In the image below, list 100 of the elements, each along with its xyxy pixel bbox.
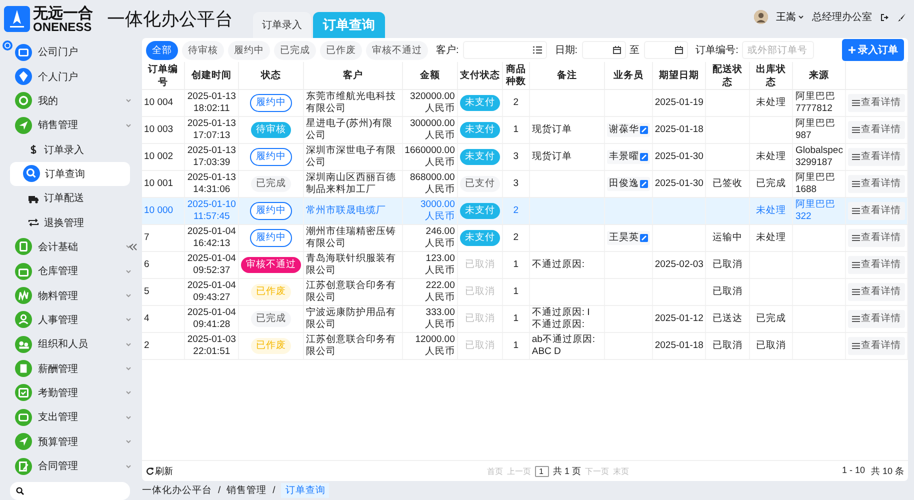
- column-header: 来源: [792, 62, 846, 90]
- payment-status-text: 已取消: [464, 258, 496, 272]
- sidebar-item[interactable]: 考勤管理: [0, 380, 140, 406]
- status-tab[interactable]: 履约中: [228, 40, 270, 60]
- status-tab[interactable]: 审核不通过: [366, 40, 428, 60]
- sidebar-item[interactable]: 仓库管理: [0, 259, 140, 284]
- salesperson-tag[interactable]: 谢葆华: [606, 123, 650, 137]
- salesperson-tag[interactable]: 丰景曜: [606, 150, 650, 164]
- table-cell: 7: [142, 224, 185, 252]
- column-header: 订单编号: [142, 62, 185, 90]
- collapse-icon[interactable]: [128, 242, 138, 252]
- status-tab[interactable]: 待审核: [182, 40, 224, 60]
- table-cell: 2: [502, 90, 530, 116]
- table-cell: 1: [502, 306, 530, 332]
- dollar-icon: [28, 144, 39, 156]
- order-number-label: 订单编号:: [696, 44, 738, 57]
- memo-text: 现货订单: [532, 151, 572, 162]
- table-cell: 123.00 人民币: [402, 252, 458, 278]
- table-cell: 未处理: [749, 224, 793, 252]
- sidebar-item[interactable]: 薪酬管理: [0, 356, 140, 381]
- status-badge: 已完成: [250, 176, 291, 192]
- table-cell: 3: [502, 144, 530, 170]
- sidebar-item[interactable]: 会计基础: [0, 234, 140, 260]
- logout-icon[interactable]: [880, 12, 889, 22]
- sidebar-item[interactable]: 我的: [0, 88, 140, 114]
- status-tab[interactable]: 已完成: [274, 40, 316, 60]
- date-separator: 至: [630, 44, 640, 57]
- page-input[interactable]: 1: [535, 466, 549, 476]
- table-cell: 阿里巴巴 7777812: [792, 90, 846, 116]
- sidebar-item[interactable]: 合同管理: [0, 454, 140, 478]
- refresh-icon: [146, 467, 154, 475]
- chevron-icon: [125, 365, 132, 372]
- status-tab[interactable]: 全部: [146, 40, 178, 60]
- avatar-icon[interactable]: [754, 10, 768, 24]
- table-cell: 12000.00 人民币: [402, 332, 458, 360]
- sidebar-subitem[interactable]: 订单配送: [0, 186, 130, 210]
- view-details-button[interactable]: 查看详情: [848, 256, 905, 274]
- sidebar-subitem[interactable]: 订单录入: [0, 137, 130, 162]
- status-badge: 审核不通过: [240, 257, 301, 273]
- customer-field[interactable]: [462, 41, 547, 59]
- table-cell: 2025-01-13 17:03:39: [184, 144, 238, 170]
- table-cell: 2025-01-10 11:57:45: [184, 198, 238, 224]
- table-cell: 2025-01-04 16:42:13: [184, 224, 238, 252]
- chevron-icon: [125, 340, 132, 348]
- breadcrumb-item[interactable]: 销售管理: [226, 484, 267, 497]
- view-details-button[interactable]: 查看详情: [848, 202, 905, 220]
- sidebar-subitem[interactable]: 订单查询: [10, 162, 130, 186]
- sidebar-item[interactable]: 组织和人员: [0, 332, 140, 356]
- chevron-icon: [125, 268, 132, 275]
- sidebar-item[interactable]: 物料管理: [0, 283, 140, 308]
- chevron-icon: [125, 97, 132, 104]
- sidebar-item[interactable]: 公司门户: [0, 40, 140, 64]
- user-menu[interactable]: 王嵩: [776, 10, 804, 24]
- table-cell: 1660000.00 人民币: [402, 144, 458, 170]
- list-icon: [852, 153, 860, 161]
- sidebar-item[interactable]: 个人门户: [0, 64, 140, 89]
- table-cell: 2025-01-18: [652, 116, 706, 144]
- list-icon: [852, 342, 860, 350]
- search-field[interactable]: [10, 482, 130, 500]
- sidebar-item[interactable]: 销售管理: [0, 113, 140, 138]
- calendar-icon[interactable]: [612, 46, 621, 54]
- sidebar-item[interactable]: 支出管理: [0, 405, 140, 430]
- status-tab[interactable]: 已作废: [320, 40, 362, 60]
- status-badge: 已完成: [250, 311, 291, 327]
- view-details-button[interactable]: 查看详情: [848, 310, 905, 328]
- order-number-field[interactable]: 或外部订单号: [742, 41, 814, 59]
- sidebar-subitem[interactable]: 退换管理: [0, 210, 130, 235]
- view-details-button[interactable]: 查看详情: [848, 175, 905, 193]
- salesperson-tag[interactable]: 王昊英: [606, 231, 650, 245]
- end-date-field[interactable]: [644, 41, 688, 59]
- salesperson-tag[interactable]: 田俊逸: [606, 177, 650, 191]
- view-details-button[interactable]: 查看详情: [848, 121, 905, 139]
- breadcrumb-item: 订单查询: [281, 483, 330, 498]
- globe-icon[interactable]: [2, 40, 13, 51]
- table-cell: 2025-01-04 09:41:28: [184, 306, 238, 332]
- table-cell: 2: [142, 332, 185, 360]
- view-details-button[interactable]: 查看详情: [848, 337, 905, 355]
- refresh-button[interactable]: 刷新: [146, 464, 173, 478]
- list-icon[interactable]: [532, 46, 542, 54]
- table-cell: 2025-01-30: [652, 144, 706, 170]
- add-order-button[interactable]: 录入订单: [842, 39, 904, 61]
- view-details-button[interactable]: 查看详情: [848, 229, 905, 247]
- status-badge: 已作废: [250, 338, 291, 354]
- page-tab[interactable]: 订单录入: [253, 12, 311, 38]
- view-details-button[interactable]: 查看详情: [848, 148, 905, 166]
- table-cell: 已取消: [706, 278, 750, 306]
- chevron-icon: [125, 462, 132, 470]
- view-details-button[interactable]: 查看详情: [848, 283, 905, 301]
- breadcrumb-item[interactable]: 一体化办公平台: [142, 484, 212, 497]
- status-badge: 履约中: [250, 94, 292, 112]
- chevron-icon: [125, 389, 132, 396]
- start-date-field[interactable]: [582, 41, 626, 59]
- brush-icon[interactable]: [897, 12, 906, 22]
- calendar-icon[interactable]: [674, 46, 683, 54]
- table-cell: 300000.00 人民币: [402, 116, 458, 144]
- sidebar-item[interactable]: 预算管理: [0, 430, 140, 454]
- view-details-button[interactable]: 查看详情: [848, 94, 905, 112]
- column-header: 配送状态: [706, 62, 750, 90]
- table-cell: 2025-01-19: [652, 90, 706, 116]
- sidebar-item[interactable]: 人事管理: [0, 308, 140, 332]
